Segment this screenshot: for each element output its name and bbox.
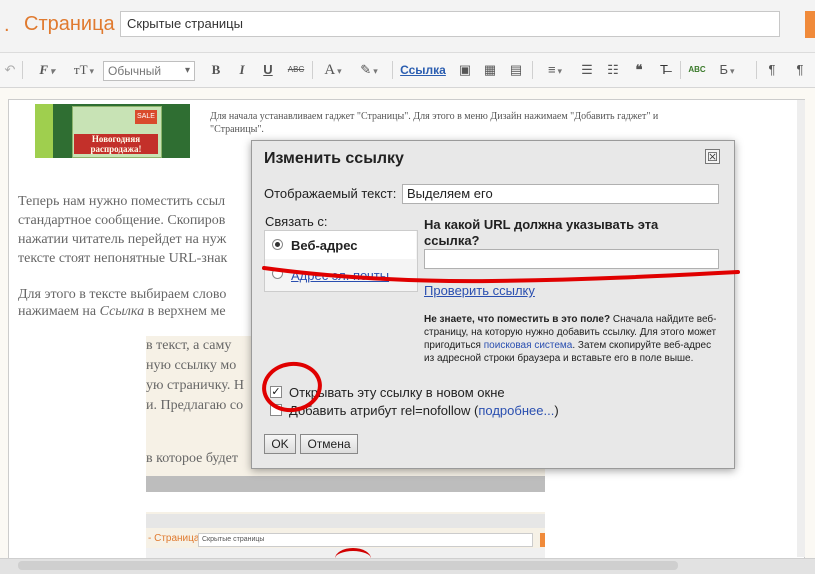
link-button[interactable]: Ссылка xyxy=(398,61,448,79)
nofollow-text: Добавить атрибут rel=nofollow ( xyxy=(289,403,479,418)
article-text: нажимаем на xyxy=(18,304,100,319)
toolbar-separator xyxy=(392,61,393,79)
url-question: На какой URL должна указывать эта ссылка… xyxy=(424,217,659,248)
screenshot-bar xyxy=(146,492,545,512)
editor-header: . Страница Скрытые страницы xyxy=(0,0,815,53)
link-to-label: Связать с: xyxy=(265,214,328,229)
italic-button[interactable]: I xyxy=(235,61,249,79)
red-annotation-underline xyxy=(262,266,740,284)
help-question: Не знаете, что поместить в это поле? xyxy=(424,314,611,325)
screenshot-bar xyxy=(146,514,545,528)
screenshot-line: в которое будет xyxy=(146,451,238,466)
spellcheck-icon[interactable]: ABC xyxy=(686,61,708,79)
bullet-list-icon[interactable]: ☷ xyxy=(604,61,622,79)
strikethrough-button[interactable]: ABC xyxy=(285,61,307,79)
toolbar-separator xyxy=(312,61,313,79)
font-size-icon[interactable]: тT xyxy=(68,61,100,79)
article-line: тексте стоят непонятные URL-знак xyxy=(18,251,228,266)
nofollow-more-link[interactable]: подробнее... xyxy=(478,403,554,418)
vertical-scrollbar[interactable] xyxy=(797,100,805,557)
article-emphasis: Ссылка xyxy=(99,304,145,319)
quote-icon[interactable]: ❝ xyxy=(630,61,648,79)
cancel-button[interactable]: Отмена xyxy=(300,434,358,454)
publish-button[interactable] xyxy=(805,11,815,38)
numbered-list-icon[interactable]: ☰ xyxy=(578,61,596,79)
toolbar-separator xyxy=(532,61,533,79)
screenshot-line: в текст, а саму xyxy=(146,338,232,353)
close-icon[interactable]: ☒ xyxy=(705,149,720,164)
nofollow-text: ) xyxy=(554,403,559,418)
undo-icon[interactable]: ↶ xyxy=(2,61,18,79)
formatting-toolbar: ↶ F тT Обычный B I U ABC A ✎ Ссылка ▣ ▦ … xyxy=(0,53,815,88)
help-text: Не знаете, что поместить в это поле? Сна… xyxy=(424,313,724,365)
screenshot-line: ую страничку. Н xyxy=(146,378,245,393)
screenshot-line: и. Предлагаю со xyxy=(146,398,244,413)
article-line: нажимаем на Ссылка в верхнем ме xyxy=(18,303,268,320)
video-icon[interactable]: ▦ xyxy=(481,61,499,79)
check-link[interactable]: Проверить ссылку xyxy=(424,283,535,298)
image-icon[interactable]: ▣ xyxy=(456,61,474,79)
jump-break-icon[interactable]: ▤ xyxy=(507,61,525,79)
article-small-line: "Страницы". xyxy=(210,124,264,135)
breadcrumb[interactable]: Страница xyxy=(24,13,115,36)
article-line: Для этого в тексте выбираем слово xyxy=(18,287,227,302)
rtl-paragraph-button[interactable]: ¶ xyxy=(792,61,808,79)
paragraph-format-select[interactable]: Обычный xyxy=(103,61,195,81)
article-image-stripe xyxy=(35,104,53,158)
screenshot-bar xyxy=(146,476,545,492)
clear-format-icon[interactable]: T̶ xyxy=(655,61,673,79)
article-image-caption: Новогодняя распродажа! xyxy=(74,134,158,154)
article-line: Теперь нам нужно поместить ссыл xyxy=(18,194,226,209)
toolbar-separator xyxy=(756,61,757,79)
web-address-radio[interactable] xyxy=(272,239,283,250)
screenshot-orange-button xyxy=(540,533,545,547)
screenshot-title-input: Скрытые страницы xyxy=(198,533,533,547)
article-line: нажатии читатель перейдет на нуж xyxy=(18,232,227,247)
language-button[interactable]: Б xyxy=(714,61,740,79)
search-engine-link[interactable]: поисковая система xyxy=(484,340,573,351)
page-title-input[interactable]: Скрытые страницы xyxy=(120,11,780,37)
bold-button[interactable]: B xyxy=(209,61,223,79)
ltr-paragraph-button[interactable]: ¶ xyxy=(764,61,780,79)
toolbar-separator xyxy=(680,61,681,79)
breadcrumb-dot: . xyxy=(4,14,10,36)
screenshot-breadcrumb: - Страница xyxy=(148,533,200,544)
article-text: в верхнем ме xyxy=(144,304,226,319)
text-color-button[interactable]: A xyxy=(318,61,348,79)
toolbar-separator xyxy=(22,61,23,79)
underline-button[interactable]: U xyxy=(261,61,275,79)
article-image-tag: SALE xyxy=(135,110,157,124)
display-text-label: Отображаемый текст: xyxy=(264,186,397,201)
horizontal-scroll-thumb[interactable] xyxy=(18,561,678,570)
article-small-text: Для начала устанавливаем гаджет "Страниц… xyxy=(210,110,680,136)
article-line: стандартное сообщение. Скопиров xyxy=(18,213,226,228)
display-text-input[interactable]: Выделяем его xyxy=(402,184,719,204)
nofollow-label: Добавить атрибут rel=nofollow (подробнее… xyxy=(289,403,559,418)
align-icon[interactable]: ≡ xyxy=(540,61,570,79)
dialog-title: Изменить ссылку xyxy=(264,150,404,167)
article-small-line: Для начала устанавливаем гаджет "Страниц… xyxy=(210,111,659,122)
ok-button[interactable]: OK xyxy=(264,434,296,454)
web-address-option[interactable]: Веб-адрес xyxy=(291,238,358,253)
highlight-icon[interactable]: ✎ xyxy=(354,61,384,79)
screenshot-line: ную ссылку мо xyxy=(146,358,237,373)
font-family-icon[interactable]: F xyxy=(32,61,62,79)
